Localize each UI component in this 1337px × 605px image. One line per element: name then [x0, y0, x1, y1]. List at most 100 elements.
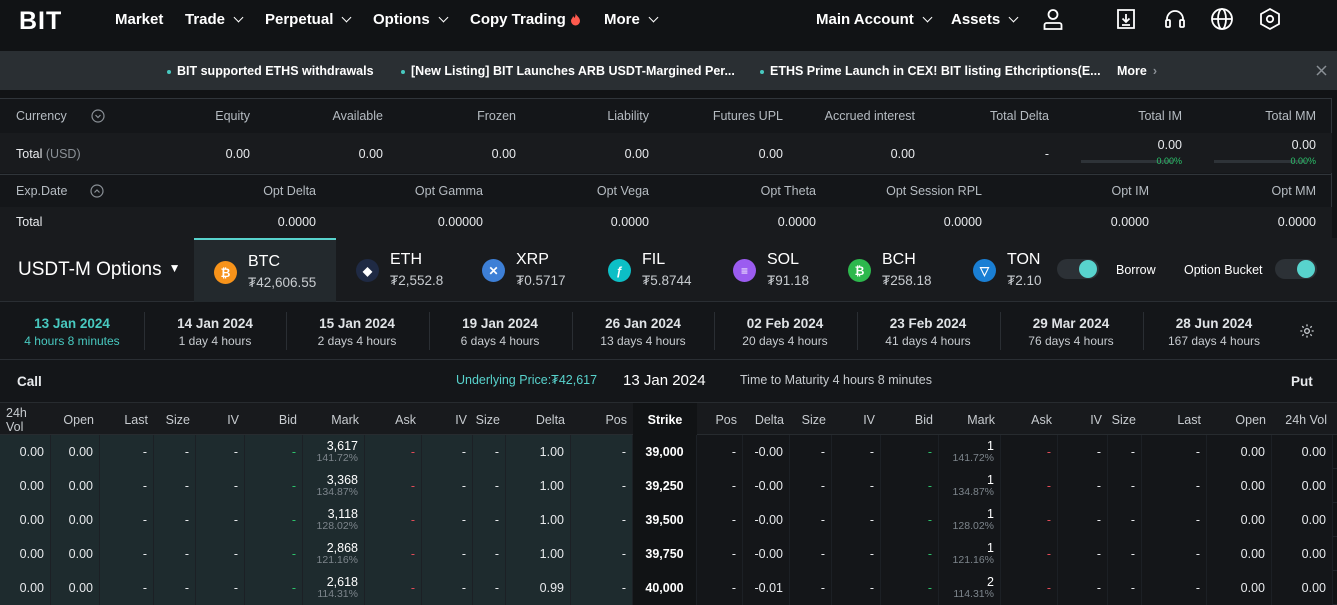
cell-empty: -: [1108, 537, 1142, 571]
strike-price[interactable]: 39,250: [633, 469, 697, 503]
column-header[interactable]: IV: [422, 403, 473, 436]
expiry-tab[interactable]: 13 Jan 2024 4 hours 8 minutes: [1, 316, 143, 348]
column-header[interactable]: Bid: [881, 403, 939, 436]
announcement-item[interactable]: BIT supported ETHS withdrawals: [167, 64, 374, 78]
settings-gear-icon[interactable]: [1299, 323, 1315, 339]
strike-price[interactable]: 39,000: [633, 435, 697, 469]
chevron-up-circle-icon[interactable]: [90, 184, 104, 198]
cell-empty: -: [245, 503, 303, 537]
options-type-dropdown[interactable]: USDT-M Options ▼: [18, 259, 180, 281]
time-to-maturity: Time to Maturity 4 hours 8 minutes: [740, 373, 932, 387]
table-row[interactable]: 0.00 0.00- - - -3,118 128.02% - - -1.00-39,500- -…: [0, 503, 1337, 537]
strike-price[interactable]: 39,500: [633, 503, 697, 537]
accrued-interest-value: 0.00: [890, 147, 915, 161]
coin-tab-xrp[interactable]: ✕ XRP ₮0.5717: [462, 238, 582, 302]
coin-tab-eth[interactable]: ◆ ETH ₮2,552.8: [336, 238, 456, 302]
announcement-item[interactable]: [New Listing] BIT Launches ARB USDT-Marg…: [401, 64, 735, 78]
column-header[interactable]: Pos: [697, 403, 743, 436]
expiry-tab[interactable]: 19 Jan 2024 6 days 4 hours: [429, 316, 571, 348]
call-mark[interactable]: 3,617 141.72%: [303, 435, 365, 469]
globe-icon[interactable]: [1210, 7, 1234, 31]
borrow-toggle[interactable]: [1057, 259, 1099, 279]
put-delta: -0.00: [743, 469, 790, 503]
column-header[interactable]: Pos: [571, 403, 633, 436]
table-row[interactable]: 0.00 0.00- - - -2,618 114.31% - - -0.99-40,000- -…: [0, 571, 1337, 605]
cell-value: 0.00: [51, 571, 100, 605]
column-header[interactable]: Ask: [365, 403, 422, 436]
nav-options[interactable]: Options: [373, 0, 449, 38]
column-header[interactable]: IV: [196, 403, 245, 436]
column-header[interactable]: Size: [154, 403, 196, 436]
coin-tab-fil[interactable]: ƒ FIL ₮5.8744: [588, 238, 708, 302]
column-header[interactable]: Size: [473, 403, 506, 436]
expiry-tab[interactable]: 29 Mar 2024 76 days 4 hours: [1000, 316, 1142, 348]
column-header[interactable]: IV: [832, 403, 881, 436]
column-header[interactable]: Strike: [633, 403, 697, 436]
expiry-tab[interactable]: 26 Jan 2024 13 days 4 hours: [572, 316, 714, 348]
nav-perpetual[interactable]: Perpetual: [265, 0, 352, 38]
column-header[interactable]: Open: [51, 403, 100, 436]
expiry-tab[interactable]: 15 Jan 2024 2 days 4 hours: [286, 316, 428, 348]
put-mark[interactable]: 1 134.87%: [939, 469, 1001, 503]
column-header[interactable]: Delta: [506, 403, 571, 436]
put-mark[interactable]: 1 121.16%: [939, 537, 1001, 571]
expiry-tab[interactable]: 14 Jan 2024 1 day 4 hours: [144, 316, 286, 348]
settings-icon[interactable]: [1258, 7, 1282, 31]
call-mark[interactable]: 2,618 114.31%: [303, 571, 365, 605]
column-header[interactable]: Mark: [303, 403, 365, 436]
table-row[interactable]: 0.00 0.00- - - -2,868 121.16% - - -1.00-39,750- -…: [0, 537, 1337, 571]
coin-price: ₮5.8744: [642, 273, 692, 288]
announcement-item[interactable]: ETHS Prime Launch in CEX! BIT listing Et…: [760, 64, 1101, 78]
account-summary: Currency Equity Available Frozen Liabili…: [0, 98, 1332, 238]
column-header[interactable]: 24h Vol: [0, 403, 51, 436]
column-header[interactable]: IV: [1058, 403, 1108, 436]
nav-market[interactable]: Market: [115, 0, 163, 38]
option-bucket-toggle[interactable]: [1275, 259, 1317, 279]
column-header[interactable]: Size: [1108, 403, 1142, 436]
call-mark[interactable]: 3,118 128.02%: [303, 503, 365, 537]
table-row[interactable]: 0.00 0.00- - - -3,368 134.87% - - -1.00-39,250- -…: [0, 469, 1337, 503]
nav-trade[interactable]: Trade: [185, 0, 244, 38]
user-icon[interactable]: [1041, 7, 1065, 31]
download-icon[interactable]: [1114, 7, 1138, 31]
coin-tab-bch[interactable]: ₿ BCH ₮258.18: [828, 238, 948, 302]
column-header[interactable]: Delta: [743, 403, 790, 436]
bit-logo[interactable]: BIT: [19, 7, 62, 36]
column-header[interactable]: Bid: [245, 403, 303, 436]
column-header[interactable]: Ask: [1001, 403, 1058, 436]
chevron-down-icon: [233, 12, 244, 22]
cell-empty: -: [697, 435, 743, 469]
coin-tab-ton[interactable]: ▽ TON ₮2.10: [953, 238, 1041, 302]
expiry-tab-time: 2 days 4 hours: [317, 334, 397, 348]
column-header[interactable]: 24h Vol: [1272, 403, 1333, 436]
column-header[interactable]: Size: [790, 403, 832, 436]
coin-tab-sol[interactable]: ≡ SOL ₮91.18: [713, 238, 833, 302]
put-delta: -0.00: [743, 537, 790, 571]
strike-price[interactable]: 40,000: [633, 571, 697, 605]
main-account-menu[interactable]: Main Account: [816, 0, 933, 38]
table-row[interactable]: 0.00 0.00- - - -3,617 141.72% - - -1.00-39,000- -…: [0, 435, 1337, 469]
expiry-tab[interactable]: 28 Jun 2024 167 days 4 hours: [1143, 316, 1285, 348]
coin-tab-btc[interactable]: ₿ BTC ₮42,606.55: [194, 238, 336, 302]
assets-menu[interactable]: Assets: [951, 0, 1019, 38]
call-mark[interactable]: 3,368 134.87%: [303, 469, 365, 503]
nav-more[interactable]: More: [604, 0, 659, 38]
column-header[interactable]: Last: [100, 403, 154, 436]
put-mark[interactable]: 2 114.31%: [939, 571, 1001, 605]
put-mark[interactable]: 1 141.72%: [939, 435, 1001, 469]
call-mark[interactable]: 2,868 121.16%: [303, 537, 365, 571]
expiry-tab[interactable]: 23 Feb 2024 41 days 4 hours: [857, 316, 999, 348]
cell-empty: -: [1142, 571, 1207, 605]
strike-price[interactable]: 39,750: [633, 537, 697, 571]
cell-value: 0.00: [1207, 537, 1272, 571]
put-mark[interactable]: 1 128.02%: [939, 503, 1001, 537]
column-header[interactable]: Open: [1207, 403, 1272, 436]
column-header[interactable]: Last: [1142, 403, 1207, 436]
headset-icon[interactable]: [1163, 7, 1187, 31]
expiry-tab[interactable]: 02 Feb 2024 20 days 4 hours: [714, 316, 856, 348]
chevron-circle-icon[interactable]: [91, 109, 105, 123]
nav-copy-trading[interactable]: Copy Trading: [470, 0, 581, 38]
column-header[interactable]: Mark: [939, 403, 1001, 436]
close-icon[interactable]: [1316, 65, 1327, 76]
announcement-more[interactable]: More ›: [1117, 64, 1157, 78]
